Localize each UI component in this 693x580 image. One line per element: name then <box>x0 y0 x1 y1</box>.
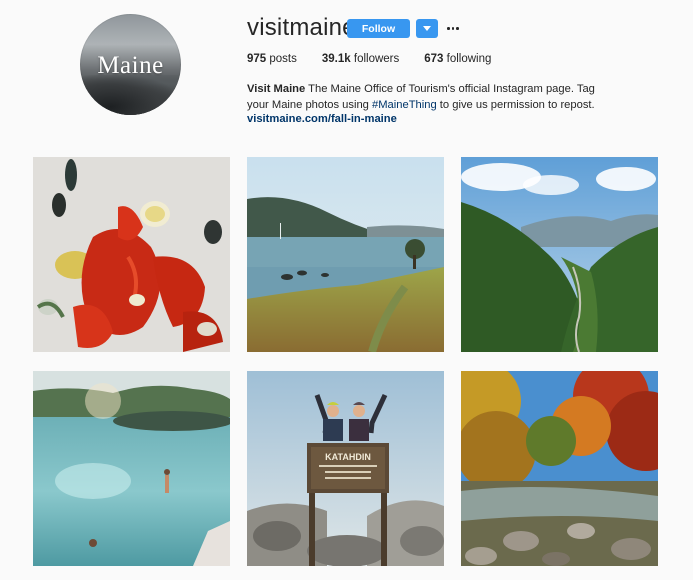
swimmers-image <box>33 371 230 566</box>
bio-website-link[interactable]: visitmaine.com/fall-in-maine <box>247 113 397 125</box>
post-thumbnail-lobster-feast[interactable] <box>33 157 230 352</box>
katahdin-summit-image: KATAHDIN <box>247 371 444 566</box>
profile-avatar[interactable]: Maine <box>80 14 181 115</box>
posts-count: 975 posts <box>247 53 297 65</box>
more-options-button[interactable] <box>446 19 460 38</box>
mountain-valley-image <box>461 157 658 352</box>
more-horizontal-icon <box>447 27 450 30</box>
autumn-stream-image <box>461 371 658 566</box>
profile-stats: 975 posts 39.1k followers 673 following <box>247 53 516 65</box>
suggested-dropdown-button[interactable] <box>416 19 438 38</box>
follow-button[interactable]: Follow <box>347 19 410 38</box>
avatar-logo-text: Maine <box>97 52 164 79</box>
lobster-feast-image <box>33 157 230 352</box>
followers-count[interactable]: 39.1k followers <box>322 53 399 65</box>
following-count[interactable]: 673 following <box>424 53 491 65</box>
post-thumbnail-swimmers[interactable] <box>33 371 230 566</box>
bio-text-end: to give us permission to repost. <box>436 99 595 111</box>
post-thumbnail-autumn-stream[interactable] <box>461 371 658 566</box>
bio-hashtag-link[interactable]: #MaineThing <box>372 99 437 111</box>
avatar-rocks <box>80 75 181 115</box>
chevron-down-icon <box>423 26 431 31</box>
post-thumbnail-mountain-valley[interactable] <box>461 157 658 352</box>
profile-bio: Visit Maine The Maine Office of Tourism'… <box>247 81 607 113</box>
coastal-lake-image <box>247 157 444 352</box>
post-thumbnail-katahdin-summit[interactable]: KATAHDIN <box>247 371 444 566</box>
katahdin-sign-text: KATAHDIN <box>325 452 371 462</box>
bio-name: Visit Maine <box>247 83 306 95</box>
profile-username: visitmaine <box>247 14 356 41</box>
post-thumbnail-coastal-lake[interactable] <box>247 157 444 352</box>
